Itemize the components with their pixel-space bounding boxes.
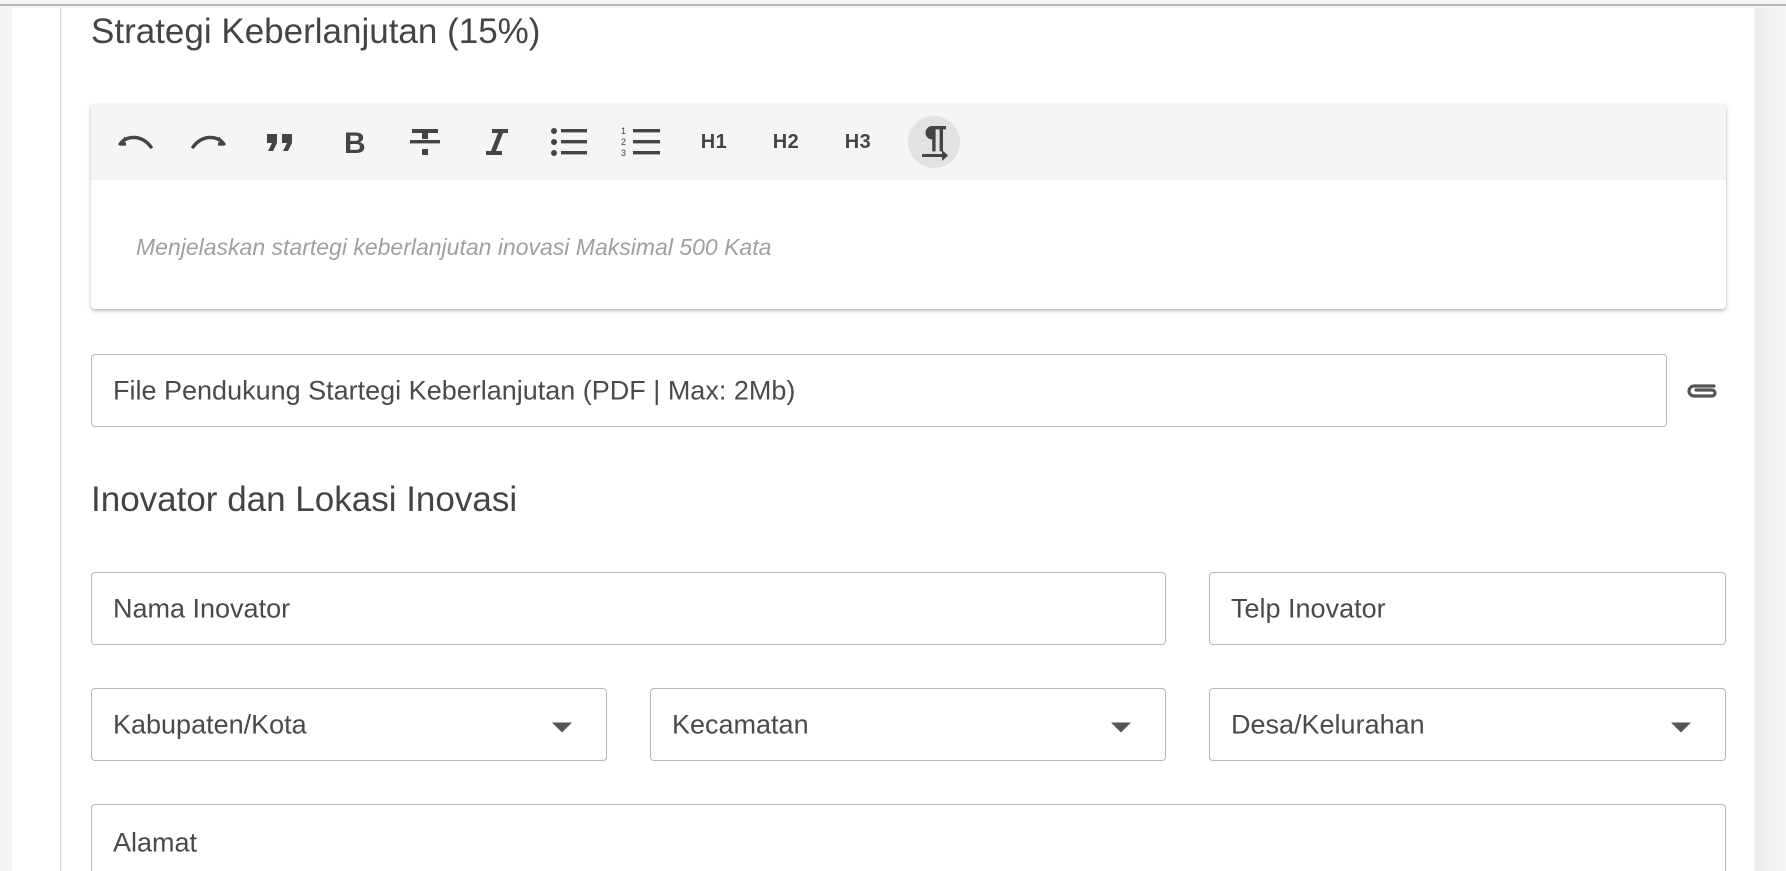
district-label: Kecamatan — [672, 709, 809, 739]
address-label: Alamat — [113, 827, 198, 858]
italic-icon[interactable] — [471, 116, 523, 168]
heading-3-label: H3 — [844, 130, 872, 153]
regency-label: Kabupaten/Kota — [113, 709, 307, 739]
village-select[interactable]: Desa/Kelurahan — [1209, 688, 1726, 761]
chevron-down-icon — [1111, 722, 1131, 732]
heading-2-button[interactable]: H2 — [760, 116, 812, 168]
regency-select[interactable]: Kabupaten/Kota — [91, 688, 607, 761]
svg-text:2: 2 — [621, 137, 626, 147]
right-gutter — [1755, 8, 1786, 871]
section-title-sustainability: Strategi Keberlanjutan (15%) — [91, 12, 541, 51]
svg-text:B: B — [344, 127, 366, 158]
chevron-down-icon — [1671, 722, 1691, 732]
section-title-innovator: Inovator dan Lokasi Inovasi — [91, 480, 518, 519]
chevron-down-icon — [552, 722, 572, 732]
undo-icon[interactable] — [110, 116, 162, 168]
village-label: Desa/Kelurahan — [1231, 709, 1425, 739]
bullet-list-icon[interactable] — [543, 116, 595, 168]
redo-icon[interactable] — [182, 116, 234, 168]
paragraph-icon[interactable] — [908, 116, 960, 168]
rich-text-editor-main[interactable]: B 1 2 3 H1 H2 H3 Menjelaskan startegi ke… — [91, 104, 1726, 309]
heading-1-label: H1 — [700, 130, 728, 153]
svg-text:3: 3 — [621, 148, 626, 158]
innovator-phone-field[interactable]: Telp Inovator — [1209, 572, 1726, 645]
innovator-name-label: Nama Inovator — [113, 593, 291, 623]
left-gutter — [12, 8, 61, 871]
editor-placeholder[interactable]: Menjelaskan startegi keberlanjutan inova… — [136, 234, 771, 261]
innovator-phone-label: Telp Inovator — [1231, 593, 1386, 623]
innovator-name-field[interactable]: Nama Inovator — [91, 572, 1166, 645]
address-field[interactable]: Alamat — [91, 804, 1726, 871]
paperclip-icon[interactable] — [1683, 376, 1723, 406]
svg-text:1: 1 — [621, 126, 626, 136]
ordered-list-icon[interactable]: 1 2 3 — [615, 116, 667, 168]
heading-2-label: H2 — [772, 130, 800, 153]
top-divider — [0, 0, 1786, 6]
strikethrough-icon[interactable] — [399, 116, 451, 168]
bold-icon[interactable]: B — [327, 116, 379, 168]
supporting-file-label: File Pendukung Startegi Keberlanjutan (P… — [113, 375, 796, 405]
district-select[interactable]: Kecamatan — [650, 688, 1166, 761]
editor-toolbar-main: B 1 2 3 H1 H2 H3 — [91, 104, 1726, 180]
heading-3-button[interactable]: H3 — [832, 116, 884, 168]
supporting-file-input[interactable]: File Pendukung Startegi Keberlanjutan (P… — [91, 354, 1667, 427]
blockquote-icon[interactable] — [255, 116, 307, 168]
heading-1-button[interactable]: H1 — [688, 116, 740, 168]
